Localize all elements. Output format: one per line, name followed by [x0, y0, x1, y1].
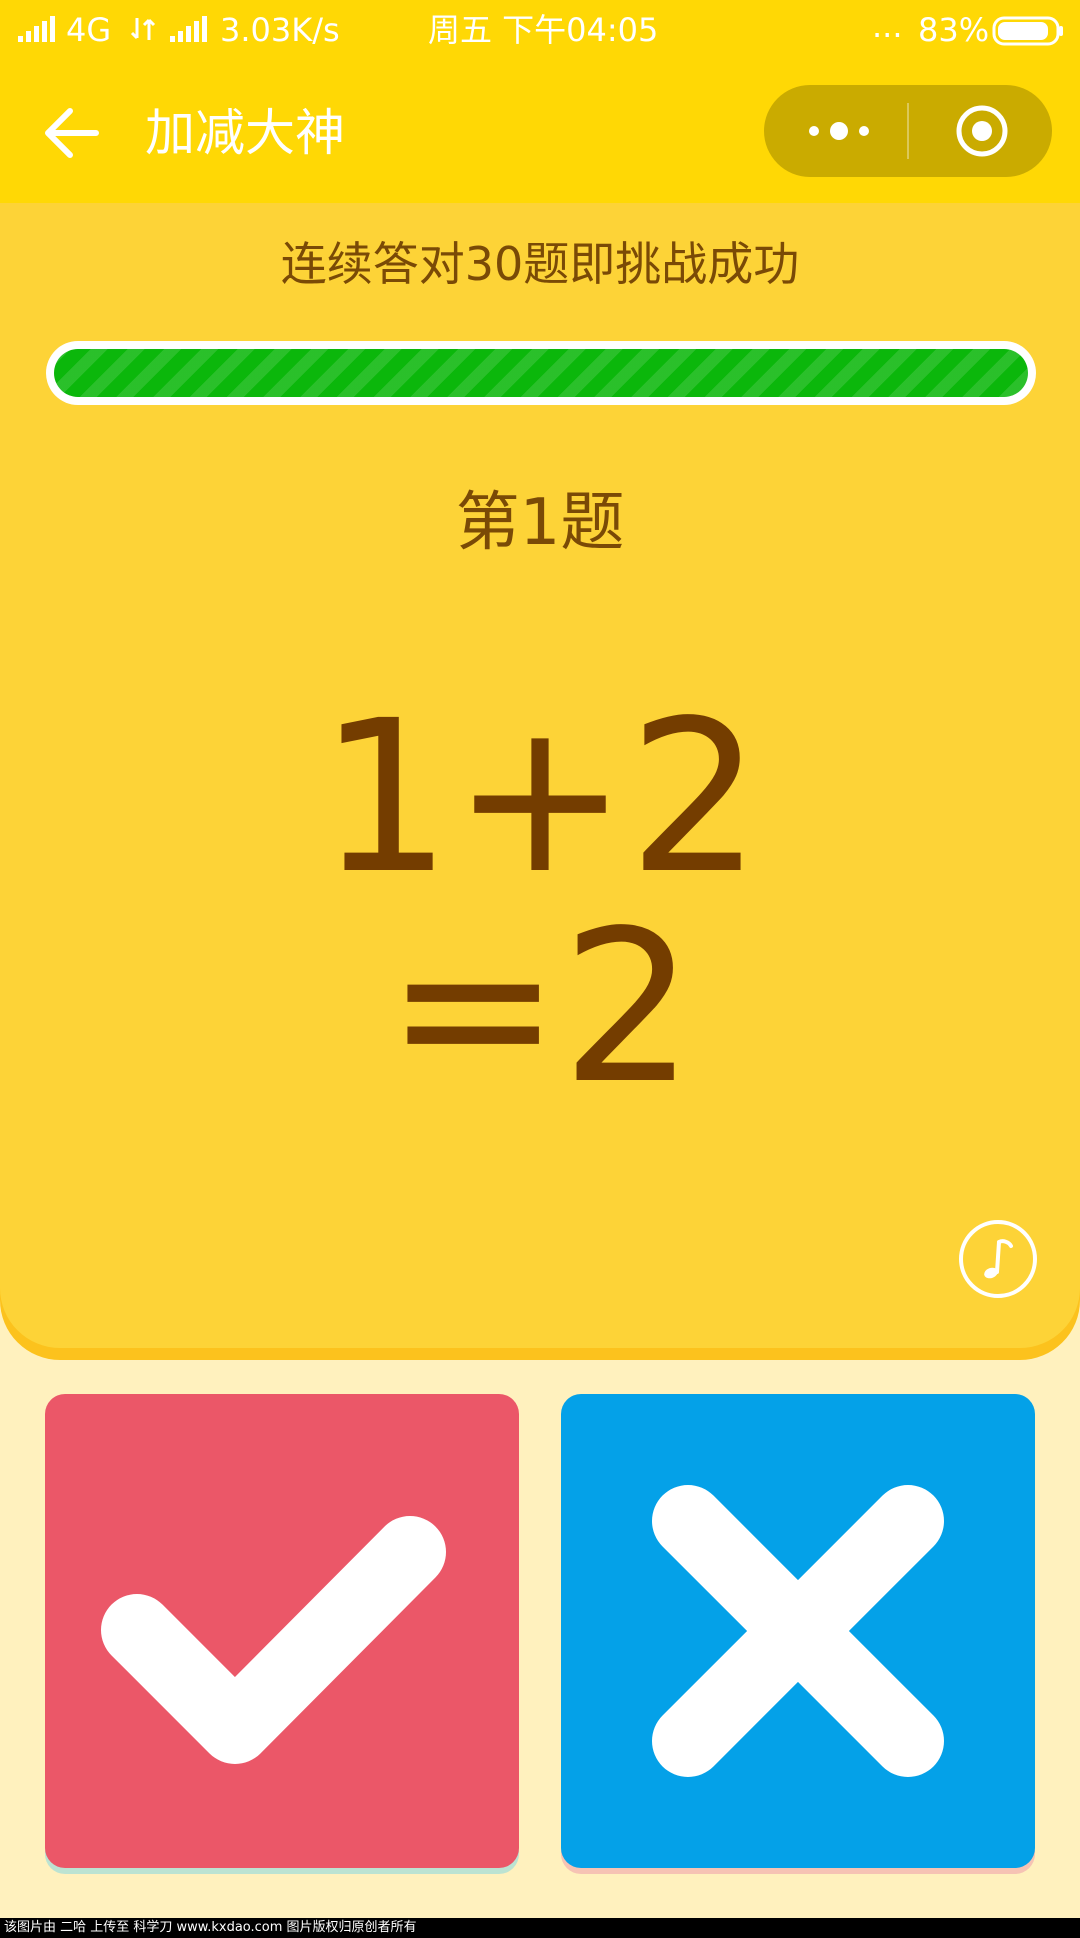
correct-button[interactable] — [45, 1394, 519, 1868]
music-toggle-button[interactable] — [959, 1220, 1037, 1298]
signal-icon-2 — [170, 16, 207, 42]
challenge-text: 连续答对30题即挑战成功 — [280, 237, 800, 291]
more-options-icon[interactable] — [804, 113, 874, 149]
signal-icon — [18, 16, 55, 42]
cross-icon — [652, 1485, 944, 1777]
watermark: 该图片由 二哈 上传至 科学刀 www.kxdao.com 图片版权归原创者所有 — [0, 1918, 1080, 1938]
check-icon — [101, 1516, 446, 1764]
question-number: 第1题 — [455, 486, 625, 560]
mini-program-capsule — [764, 85, 1052, 177]
status-datetime: 周五 下午04:05 — [428, 11, 659, 49]
proposed-answer: =2 — [385, 885, 695, 1130]
status-more: ... — [872, 7, 903, 45]
math-expression: 1+2 — [318, 675, 762, 920]
battery-percent: 83% — [918, 11, 990, 49]
music-note-icon — [984, 1239, 1013, 1279]
status-bar: 4G 3.03K/s 周五 下午04:05 ... 83% — [0, 0, 1080, 62]
network-speed: 3.03K/s — [220, 11, 340, 49]
capsule-divider — [907, 103, 909, 159]
data-transfer-icon — [130, 18, 156, 40]
game-card: 连续答对30题即挑战成功 第1题 1+2 =2 — [0, 203, 1080, 1348]
battery-icon — [992, 16, 1063, 46]
back-arrow-icon[interactable] — [40, 100, 106, 166]
nav-title: 加减大神 — [145, 104, 345, 162]
progress-fill — [54, 349, 1028, 397]
close-target-icon[interactable] — [954, 103, 1010, 159]
network-type: 4G — [66, 11, 112, 49]
progress-bar — [46, 341, 1036, 405]
wrong-button[interactable] — [561, 1394, 1035, 1868]
app-header: 4G 3.03K/s 周五 下午04:05 ... 83% 加减大神 — [0, 0, 1080, 203]
